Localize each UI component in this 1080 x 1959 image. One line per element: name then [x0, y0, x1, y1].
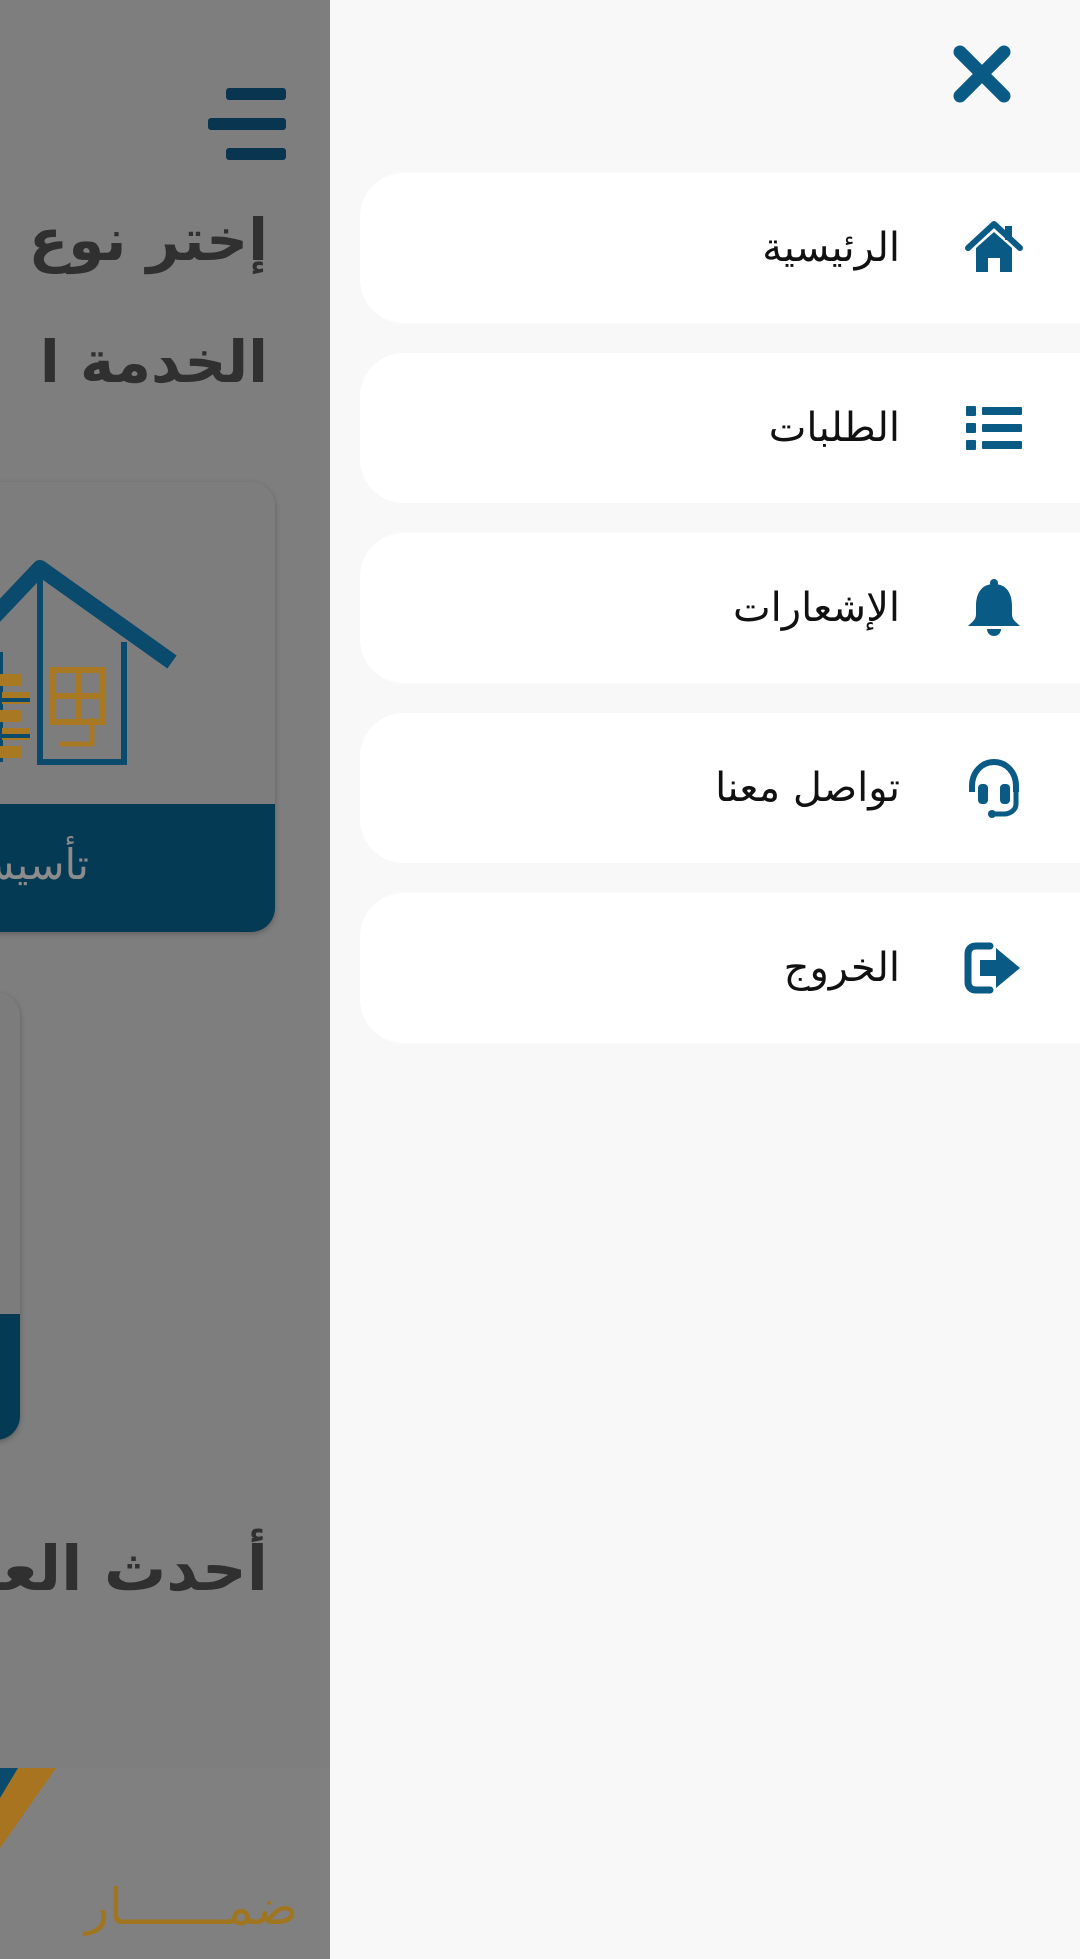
- home-icon: [964, 218, 1024, 278]
- dimmed-background[interactable]: إختر نوع الخدمة ا تأسي أحدث العـ ضمـــــ…: [0, 0, 330, 1959]
- drawer-item-label: الخروج: [783, 945, 900, 991]
- drawer-item-label: الطلبات: [768, 405, 900, 451]
- close-icon[interactable]: [950, 42, 1014, 106]
- brand-logo-text: ضمـــــــار: [84, 1878, 298, 1936]
- hamburger-menu-icon[interactable]: [208, 88, 286, 160]
- drawer-item-home[interactable]: الرئيسية: [360, 173, 1080, 323]
- drawer-item-label: الإشعارات: [732, 585, 900, 631]
- logout-icon: [964, 938, 1024, 998]
- drawer-item-notifications[interactable]: الإشعارات: [360, 533, 1080, 683]
- drawer-item-contact[interactable]: تواصل معنا: [360, 713, 1080, 863]
- service-card-secondary-footer: [0, 1314, 20, 1440]
- list-icon: [964, 398, 1024, 458]
- drawer-item-label: تواصل معنا: [715, 765, 900, 811]
- service-card-label: تأسيس: [0, 840, 89, 889]
- house-illustration: [0, 482, 275, 804]
- house-icon: [0, 560, 177, 765]
- side-drawer: الرئيسية الطلبات الإشعارات تواصل معنا ال…: [330, 0, 1080, 1959]
- app-screen: إختر نوع الخدمة ا تأسي أحدث العـ ضمـــــ…: [0, 0, 1080, 1959]
- service-card-footer: تأسيس: [0, 804, 275, 932]
- service-card[interactable]: تأسيس: [0, 482, 275, 932]
- drawer-item-orders[interactable]: الطلبات: [360, 353, 1080, 503]
- service-type-heading-line1: إختر نوع: [28, 206, 268, 274]
- headset-icon: [964, 758, 1024, 818]
- service-type-heading-line2: الخدمة ا: [39, 328, 268, 396]
- drawer-item-label: الرئيسية: [762, 225, 900, 271]
- latest-section-title: أحدث العـ: [0, 1532, 268, 1605]
- drawer-item-logout[interactable]: الخروج: [360, 893, 1080, 1043]
- bell-icon: [964, 578, 1024, 638]
- service-card-secondary[interactable]: [0, 992, 20, 1440]
